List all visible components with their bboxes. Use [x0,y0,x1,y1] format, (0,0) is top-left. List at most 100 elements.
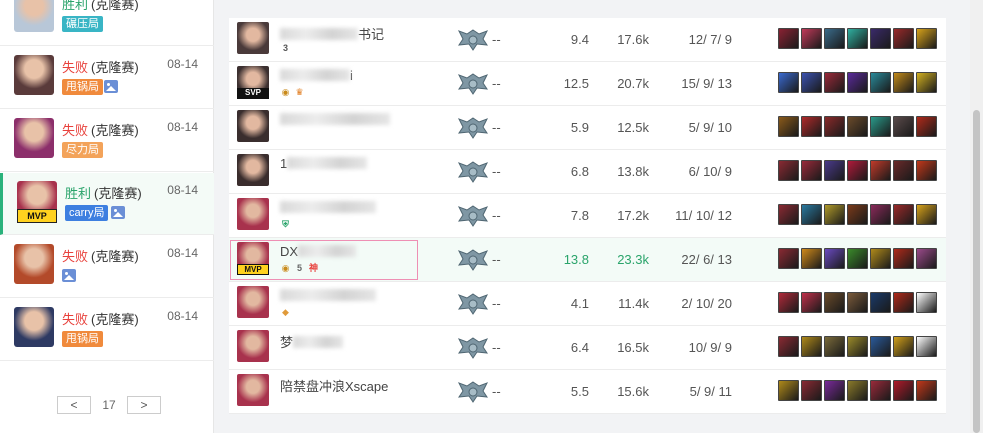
score-value: 6.8 [570,164,589,179]
item-icon[interactable] [870,72,891,93]
item-icon[interactable] [870,28,891,49]
item-icon[interactable] [870,248,891,269]
item-icon[interactable] [916,160,937,181]
player-row[interactable]: 书记 3 -- 9.4 17.6k 12/ 7/ 9 [229,18,946,62]
item-icon[interactable] [801,380,822,401]
honor-icon: ◉ [281,87,290,97]
scrollbar-thumb[interactable] [973,110,980,433]
player-row[interactable]: SVP i ◉ ♛ -- 12.5 20.7k 15/ 9/ 13 [229,62,946,106]
item-icon[interactable] [824,116,845,137]
match-history-item[interactable]: 失败 (克隆赛) 08-14 甩锅局 [0,299,214,361]
item-icon[interactable] [893,336,914,357]
item-icon[interactable] [778,116,799,137]
item-icon[interactable] [847,72,868,93]
item-icon[interactable] [916,380,937,401]
item-icon[interactable] [916,336,937,357]
item-icon[interactable] [893,248,914,269]
item-icon[interactable] [847,204,868,225]
item-icon[interactable] [847,380,868,401]
item-icon[interactable] [893,292,914,313]
rank-crest-icon [457,204,489,228]
item-icon[interactable] [870,380,891,401]
item-icon[interactable] [801,248,822,269]
item-icon[interactable] [778,336,799,357]
item-icon[interactable] [824,28,845,49]
item-icon[interactable] [893,204,914,225]
player-row[interactable]: ⛨ -- 7.8 17.2k 11/ 10/ 12 [229,194,946,238]
prev-page-button[interactable]: < [57,396,91,414]
next-page-button[interactable]: > [127,396,161,414]
screenshot-icon[interactable] [104,80,118,93]
item-icon[interactable] [778,28,799,49]
item-icon[interactable] [870,116,891,137]
match-history-item[interactable]: 失败 (克隆赛) 08-14 [0,236,214,298]
item-icon[interactable] [893,160,914,181]
player-name[interactable]: i [280,68,353,83]
match-history-item[interactable]: MVP 胜利 (克隆赛) 08-14 carry局 [0,173,214,235]
item-icon[interactable] [778,380,799,401]
player-hero-avatar [237,22,269,54]
screenshot-icon[interactable] [111,206,125,219]
item-icon[interactable] [824,380,845,401]
item-icon[interactable] [847,248,868,269]
player-name[interactable]: 梦 [280,332,344,351]
player-name[interactable]: 1 [280,156,368,171]
item-icon[interactable] [801,204,822,225]
item-icon[interactable] [801,336,822,357]
item-icon[interactable] [824,160,845,181]
item-icon[interactable] [916,28,937,49]
item-icon[interactable] [778,72,799,93]
item-icon[interactable] [801,72,822,93]
player-name[interactable] [280,200,376,215]
item-icon[interactable] [870,160,891,181]
honor-icon: ⛨ [282,219,289,229]
item-icon[interactable] [847,160,868,181]
item-icon[interactable] [916,116,937,137]
item-icon[interactable] [801,292,822,313]
item-icon[interactable] [778,292,799,313]
item-icon[interactable] [916,72,937,93]
player-name[interactable] [280,288,376,303]
item-icon[interactable] [778,160,799,181]
player-row[interactable]: 陪禁盘冲浪Xscape -- 5.5 15.6k 5/ 9/ 11 [229,370,946,414]
player-name[interactable]: 陪禁盘冲浪Xscape [280,376,388,395]
damage-value: 11.4k [618,296,649,311]
item-icon[interactable] [824,72,845,93]
player-name[interactable]: 书记 [280,24,384,43]
item-icon[interactable] [916,248,937,269]
item-icon[interactable] [847,336,868,357]
kda-value: 2/ 10/ 20 [681,296,732,311]
item-icon[interactable] [916,292,937,313]
item-icon[interactable] [801,28,822,49]
item-icon[interactable] [870,336,891,357]
item-icon[interactable] [824,336,845,357]
player-row[interactable]: 1 -- 6.8 13.8k 6/ 10/ 9 [229,150,946,194]
player-row[interactable]: 梦 -- 6.4 16.5k 10/ 9/ 9 [229,326,946,370]
name-blur [280,289,376,301]
item-icon[interactable] [870,204,891,225]
item-icon[interactable] [870,292,891,313]
player-name[interactable] [280,112,390,127]
item-icon[interactable] [824,248,845,269]
item-icon[interactable] [893,116,914,137]
item-icon[interactable] [893,380,914,401]
player-honor-icons: 3 [280,43,294,55]
item-icon[interactable] [778,204,799,225]
item-icon[interactable] [916,204,937,225]
item-icon[interactable] [893,72,914,93]
player-row[interactable]: -- 5.9 12.5k 5/ 9/ 10 [229,106,946,150]
item-icon[interactable] [893,28,914,49]
screenshot-icon[interactable] [62,269,76,282]
match-history-item[interactable]: 失败 (克隆赛) 08-14 尽力局 [0,110,214,172]
item-icon[interactable] [824,292,845,313]
item-icon[interactable] [801,160,822,181]
item-icon[interactable] [847,116,868,137]
item-icon[interactable] [847,292,868,313]
player-row[interactable]: ◆ -- 4.1 11.4k 2/ 10/ 20 [229,282,946,326]
item-icon[interactable] [847,28,868,49]
item-icon[interactable] [778,248,799,269]
item-icon[interactable] [801,116,822,137]
item-icon[interactable] [824,204,845,225]
match-history-item[interactable]: 失败 (克隆赛) 08-14 甩锅局 [0,47,214,109]
match-history-item[interactable]: 胜利 (克隆赛) 碾压局 [0,0,214,46]
